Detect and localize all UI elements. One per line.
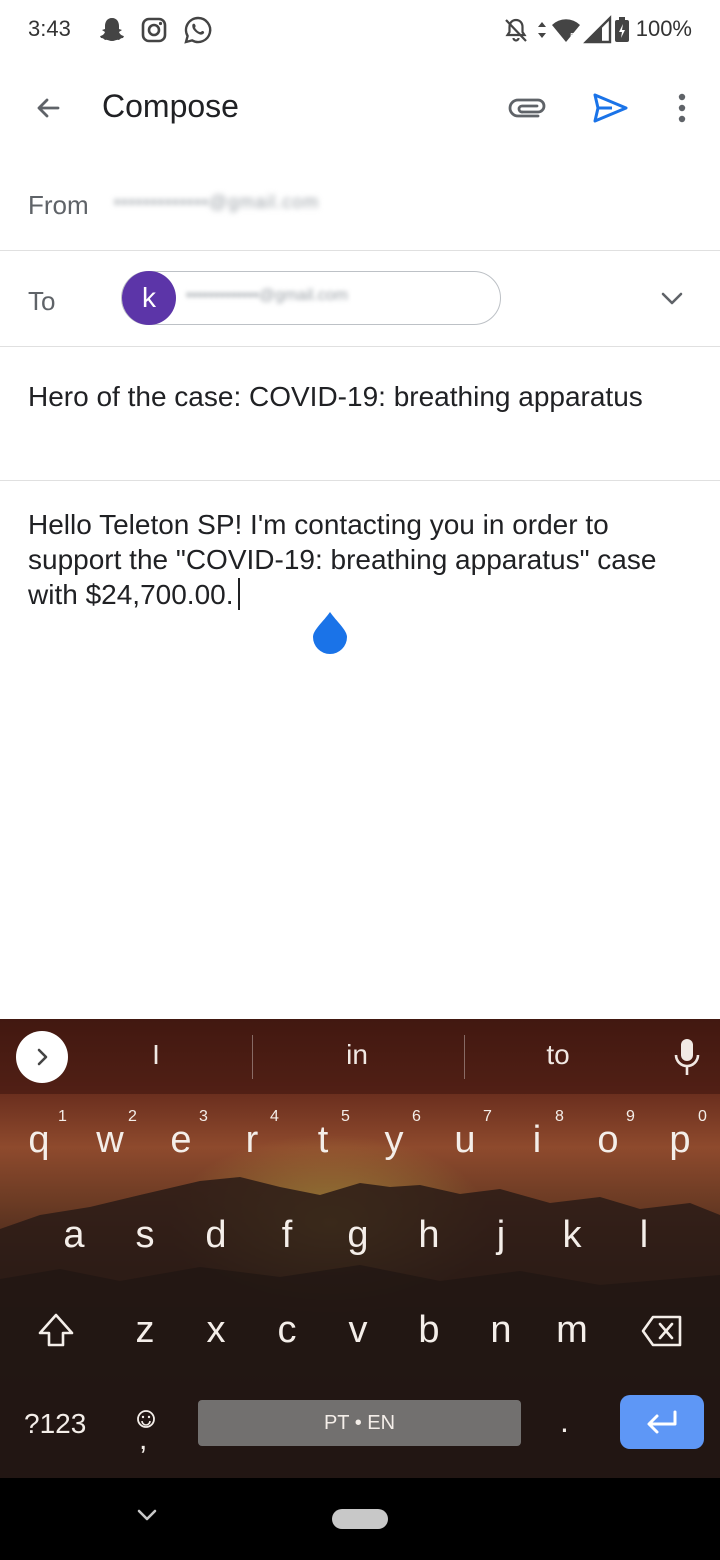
suggestion-3[interactable]: to	[498, 1039, 618, 1071]
suggestion-1[interactable]: I	[96, 1039, 216, 1071]
from-label: From	[28, 190, 89, 220]
home-pill[interactable]	[332, 1509, 388, 1529]
app-bar: Compose	[0, 62, 720, 154]
subject-field[interactable]: Hero of the case: COVID-19: breathing ap…	[28, 378, 688, 416]
key-a[interactable]: a	[39, 1214, 109, 1257]
body-text: Hello Teleton SP! I'm contacting you in …	[28, 509, 657, 610]
snapchat-icon	[100, 18, 124, 41]
key-c[interactable]: c	[252, 1309, 322, 1352]
data-arrows-icon	[538, 22, 546, 38]
suggestion-divider	[252, 1035, 253, 1079]
key-t[interactable]: t	[288, 1119, 358, 1162]
key-o[interactable]: o	[573, 1119, 643, 1162]
send-button[interactable]	[586, 84, 634, 132]
key-n[interactable]: n	[466, 1309, 536, 1352]
more-vertical-icon	[678, 93, 686, 123]
attach-button[interactable]	[504, 84, 552, 132]
cursor-handle[interactable]	[313, 612, 347, 654]
key-z[interactable]: z	[110, 1309, 180, 1352]
status-time: 3:43	[28, 16, 71, 41]
key-m[interactable]: m	[537, 1309, 607, 1352]
key-l[interactable]: l	[609, 1214, 679, 1257]
key-u[interactable]: u	[430, 1119, 500, 1162]
comma-key[interactable]: ,	[128, 1409, 164, 1459]
key-s[interactable]: s	[110, 1214, 180, 1257]
key-f[interactable]: f	[252, 1214, 322, 1257]
back-button[interactable]	[24, 84, 72, 132]
to-label: To	[28, 286, 56, 316]
from-email-field[interactable]: •••••••••••••@gmail.com	[114, 192, 500, 214]
avatar: k	[122, 271, 176, 325]
keyboard-menu-button[interactable]	[16, 1031, 68, 1083]
whatsapp-icon	[184, 16, 212, 44]
key-d[interactable]: d	[181, 1214, 251, 1257]
recipient-chip[interactable]: k •••••••••••••@gmail.com	[121, 271, 501, 325]
shift-icon[interactable]	[34, 1309, 78, 1353]
key-r[interactable]: r	[217, 1119, 287, 1162]
key-b[interactable]: b	[394, 1309, 464, 1352]
comma-label: ,	[139, 1423, 148, 1456]
key-i[interactable]: i	[502, 1119, 572, 1162]
page-title: Compose	[102, 88, 239, 124]
key-p[interactable]: p	[645, 1119, 715, 1162]
key-y[interactable]: y	[359, 1119, 429, 1162]
send-icon	[593, 93, 628, 123]
chevron-right-icon	[37, 1048, 48, 1066]
suggestion-2[interactable]: in	[297, 1039, 417, 1071]
svg-text:5: 5	[570, 32, 576, 43]
signal-icon	[583, 15, 612, 44]
microphone-icon[interactable]	[670, 1037, 704, 1077]
symbols-key[interactable]: ?123	[24, 1408, 86, 1440]
body-field[interactable]: Hello Teleton SP! I'm contacting you in …	[28, 507, 692, 612]
nav-collapse-icon[interactable]	[132, 1500, 162, 1530]
backspace-icon[interactable]	[640, 1313, 684, 1349]
suggestion-divider	[464, 1035, 465, 1079]
status-bar: 3:43 5 100%	[0, 0, 720, 62]
suggestion-strip: I in to	[0, 1019, 720, 1094]
battery-percent: 100%	[635, 16, 692, 41]
chevron-down-icon[interactable]	[656, 282, 688, 314]
key-g[interactable]: g	[323, 1214, 393, 1257]
battery-charging-icon	[615, 17, 629, 42]
key-e[interactable]: e	[146, 1119, 216, 1162]
paperclip-icon	[508, 98, 546, 118]
key-v[interactable]: v	[323, 1309, 393, 1352]
key-j[interactable]: j	[466, 1214, 536, 1257]
wifi-icon: 5	[552, 19, 580, 43]
key-q[interactable]: q	[4, 1119, 74, 1162]
return-icon	[647, 1410, 677, 1434]
key-k[interactable]: k	[537, 1214, 607, 1257]
instagram-icon	[141, 17, 167, 43]
arrow-left-icon	[37, 98, 60, 118]
period-key[interactable]: .	[560, 1403, 569, 1440]
more-options-button[interactable]	[658, 84, 706, 132]
space-bar-label: PT • EN	[323, 1411, 396, 1434]
space-bar[interactable]: PT • EN	[198, 1400, 521, 1446]
key-w[interactable]: w	[75, 1119, 145, 1162]
key-x[interactable]: x	[181, 1309, 251, 1352]
key-h[interactable]: h	[394, 1214, 464, 1257]
enter-key[interactable]	[620, 1395, 704, 1449]
bell-off-icon	[505, 18, 527, 42]
recipient-email: •••••••••••••@gmail.com	[186, 287, 348, 304]
keyboard: I in to 1 2 3 4 5 6 7 8 9 0 q w e r t y …	[0, 1019, 720, 1478]
text-cursor	[237, 578, 240, 610]
